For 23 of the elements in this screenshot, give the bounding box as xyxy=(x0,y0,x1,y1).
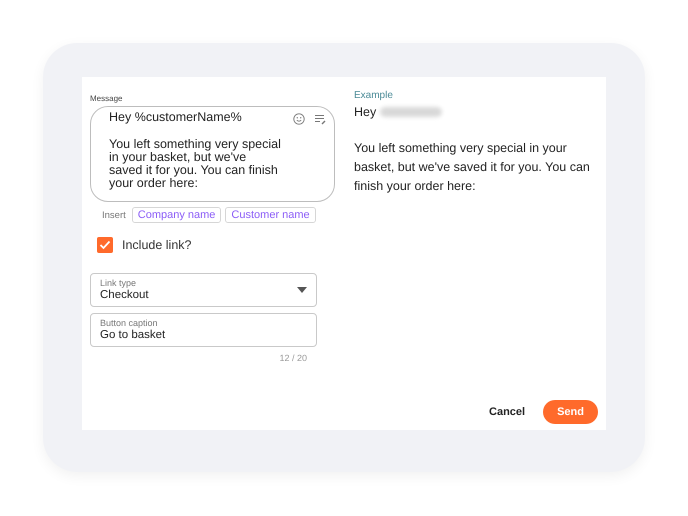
insert-label: Insert xyxy=(102,210,126,220)
greeting-text: Hey xyxy=(354,105,376,119)
field-value: Checkout xyxy=(100,289,149,301)
message-field[interactable]: Hey %customerName% You left something very special in your basket, but we've saved it for you. You can finish your order here: xyxy=(90,106,335,202)
checkbox-label: Include link? xyxy=(122,238,192,252)
example-text: You left something very special in your basket, but we've saved it for you. You can finish your order here: xyxy=(354,140,591,195)
checkbox[interactable] xyxy=(97,237,113,253)
cancel-button[interactable]: Cancel xyxy=(489,402,526,422)
message-label: Message xyxy=(90,94,124,103)
character-counter: 12 / 20 xyxy=(279,353,307,363)
insert-chip[interactable]: Customer name xyxy=(225,207,316,223)
format-icon[interactable] xyxy=(314,113,326,125)
example-label: Example xyxy=(354,90,394,101)
field-value: Go to basket xyxy=(100,329,166,341)
message-text: Hey %customerName% You left something very special in your basket, but we've saved it for you. You can finish your order here: xyxy=(109,111,282,192)
insert-chip[interactable]: Company name xyxy=(132,207,222,223)
dropdown-icon xyxy=(297,286,307,292)
blurred-name xyxy=(380,107,442,117)
field-label: Link type xyxy=(100,278,136,288)
emoji-icon[interactable] xyxy=(293,113,305,125)
link-type-dropdown[interactable]: Link type Checkout xyxy=(90,273,317,307)
button-caption-field[interactable]: Button caption Go to basket xyxy=(90,313,317,347)
field-label: Button caption xyxy=(100,318,158,328)
